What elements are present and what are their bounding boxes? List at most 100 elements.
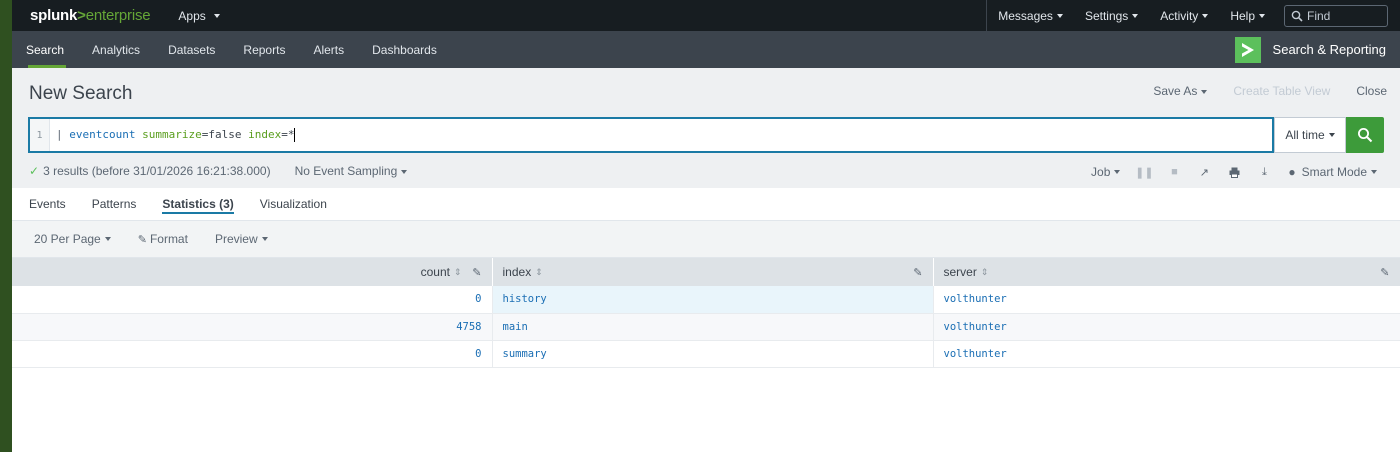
- column-label: server: [943, 265, 977, 279]
- table-row: 4758 main volthunter: [12, 313, 1400, 341]
- tab-datasets[interactable]: Datasets: [154, 31, 229, 68]
- save-as-button[interactable]: Save As: [1140, 84, 1220, 98]
- cell-count[interactable]: 0: [12, 340, 493, 368]
- cell-index[interactable]: main: [492, 313, 934, 341]
- create-table-view-button[interactable]: Create Table View: [1220, 84, 1343, 98]
- settings-menu[interactable]: Settings: [1074, 0, 1149, 31]
- cell-count[interactable]: 0: [12, 286, 493, 314]
- job-controls: Job ❚❚ ■ ↗ ⤓ ● Smart Mode: [1082, 163, 1386, 181]
- tab-search[interactable]: Search: [12, 31, 78, 68]
- text-cursor: [294, 128, 296, 142]
- logo-product: enterprise: [85, 7, 151, 24]
- close-button[interactable]: Close: [1343, 84, 1400, 98]
- activity-menu[interactable]: Activity: [1149, 0, 1219, 31]
- caret-down-icon: [1259, 13, 1265, 18]
- results-table: count ⇕ ✎ index ⇕ ✎ server ⇕ ✎ 0 history vo…: [12, 258, 1400, 368]
- pencil-icon[interactable]: ✎: [472, 266, 481, 279]
- column-header-server[interactable]: server ⇕ ✎: [933, 258, 1400, 286]
- job-menu[interactable]: Job: [1082, 163, 1129, 181]
- tab-reports[interactable]: Reports: [229, 31, 299, 68]
- query-value-summarize: =false: [201, 128, 242, 141]
- app-icon: [1234, 36, 1261, 63]
- time-range-picker[interactable]: All time: [1274, 117, 1346, 153]
- table-row: 0 summary volthunter: [12, 340, 1400, 368]
- tab-analytics[interactable]: Analytics: [78, 31, 154, 68]
- tab-search-label: Search: [26, 42, 65, 57]
- print-icon[interactable]: [1219, 163, 1249, 181]
- chevron-right-icon: [1241, 42, 1254, 57]
- cell-index[interactable]: summary: [492, 340, 934, 368]
- help-menu[interactable]: Help: [1219, 0, 1276, 31]
- pause-icon[interactable]: ❚❚: [1129, 163, 1159, 181]
- search-mode-menu[interactable]: ● Smart Mode: [1279, 163, 1386, 181]
- run-search-button[interactable]: [1346, 117, 1384, 153]
- tab-patterns-label: Patterns: [91, 197, 137, 211]
- apps-menu[interactable]: Apps: [178, 9, 220, 23]
- app-name[interactable]: Search & Reporting: [1234, 34, 1386, 65]
- caret-down-icon: [1371, 170, 1377, 174]
- format-button[interactable]: ✎ Format: [138, 232, 188, 246]
- caret-down-icon: [1202, 13, 1209, 18]
- app-bar: Search Analytics Datasets Reports Alerts…: [12, 31, 1400, 68]
- find-input[interactable]: Find: [1284, 4, 1388, 27]
- bulb-icon: ●: [1288, 165, 1296, 179]
- column-header-count[interactable]: count ⇕ ✎: [12, 258, 493, 286]
- logo-brand: splunk: [30, 7, 78, 24]
- splunk-logo[interactable]: splunk>enterprise: [30, 7, 151, 24]
- search-mode-label: Smart Mode: [1301, 165, 1367, 179]
- splunk-app: splunk>enterprise Apps Messages Settings…: [12, 0, 1400, 452]
- tab-patterns[interactable]: Patterns: [79, 188, 150, 220]
- tab-visualization-label: Visualization: [259, 197, 327, 211]
- caret-down-icon: [1328, 133, 1335, 137]
- pencil-icon[interactable]: ✎: [913, 266, 922, 279]
- line-number: 1: [30, 119, 50, 151]
- tab-statistics[interactable]: Statistics (3): [149, 188, 246, 220]
- per-page-menu[interactable]: 20 Per Page: [34, 232, 111, 246]
- magnifier-icon: [1358, 128, 1373, 143]
- caret-down-icon: [1056, 13, 1063, 18]
- tab-statistics-label: Statistics (3): [162, 197, 234, 211]
- time-range-label: All time: [1285, 128, 1325, 142]
- caret-down-icon: [261, 237, 268, 241]
- table-header-row: count ⇕ ✎ index ⇕ ✎ server ⇕ ✎: [12, 258, 1400, 286]
- tab-dashboards[interactable]: Dashboards: [358, 31, 451, 68]
- caret-down-icon: [1201, 89, 1208, 94]
- messages-label: Messages: [998, 8, 1053, 23]
- column-label: index: [502, 265, 532, 279]
- per-page-label: 20 Per Page: [34, 232, 101, 246]
- help-label: Help: [1230, 8, 1255, 23]
- tab-reports-label: Reports: [243, 42, 286, 57]
- cell-server[interactable]: volthunter: [933, 286, 1400, 314]
- tab-alerts[interactable]: Alerts: [299, 31, 358, 68]
- search-query[interactable]: | eventcount summarize=false index=*: [50, 128, 296, 142]
- cell-count[interactable]: 4758: [12, 313, 493, 341]
- export-icon[interactable]: ⤓: [1249, 163, 1279, 181]
- cell-index[interactable]: history: [492, 286, 934, 314]
- search-input[interactable]: 1 | eventcount summarize=false index=*: [28, 117, 1274, 153]
- cell-server[interactable]: volthunter: [933, 340, 1400, 368]
- sort-icon[interactable]: ⇕: [981, 267, 989, 278]
- caret-down-icon: [104, 237, 111, 241]
- top-right-menus: Messages Settings Activity Help Find: [986, 0, 1388, 31]
- column-label: count: [420, 265, 450, 279]
- messages-menu[interactable]: Messages: [986, 0, 1074, 31]
- app-name-label: Search & Reporting: [1272, 42, 1386, 57]
- caret-down-icon: [401, 169, 408, 174]
- stop-icon[interactable]: ■: [1159, 163, 1189, 181]
- caret-down-icon: [213, 13, 220, 18]
- preview-menu[interactable]: Preview: [215, 232, 268, 246]
- tab-analytics-label: Analytics: [92, 42, 141, 57]
- sort-icon[interactable]: ⇕: [535, 267, 543, 278]
- tab-events[interactable]: Events: [16, 188, 79, 220]
- pencil-icon: ✎: [137, 233, 147, 246]
- activity-label: Activity: [1160, 8, 1199, 23]
- results-count: 3 results (before 31/01/2026 16:21:38.00…: [43, 164, 271, 178]
- pencil-icon[interactable]: ✎: [1380, 266, 1389, 279]
- tab-visualization[interactable]: Visualization: [247, 188, 340, 220]
- cell-server[interactable]: volthunter: [933, 313, 1400, 341]
- query-arg-index: index: [241, 128, 282, 141]
- event-sampling-menu[interactable]: No Event Sampling: [295, 164, 408, 178]
- column-header-index[interactable]: index ⇕ ✎: [492, 258, 934, 286]
- share-icon[interactable]: ↗: [1189, 163, 1219, 181]
- sort-icon[interactable]: ⇕: [454, 267, 462, 278]
